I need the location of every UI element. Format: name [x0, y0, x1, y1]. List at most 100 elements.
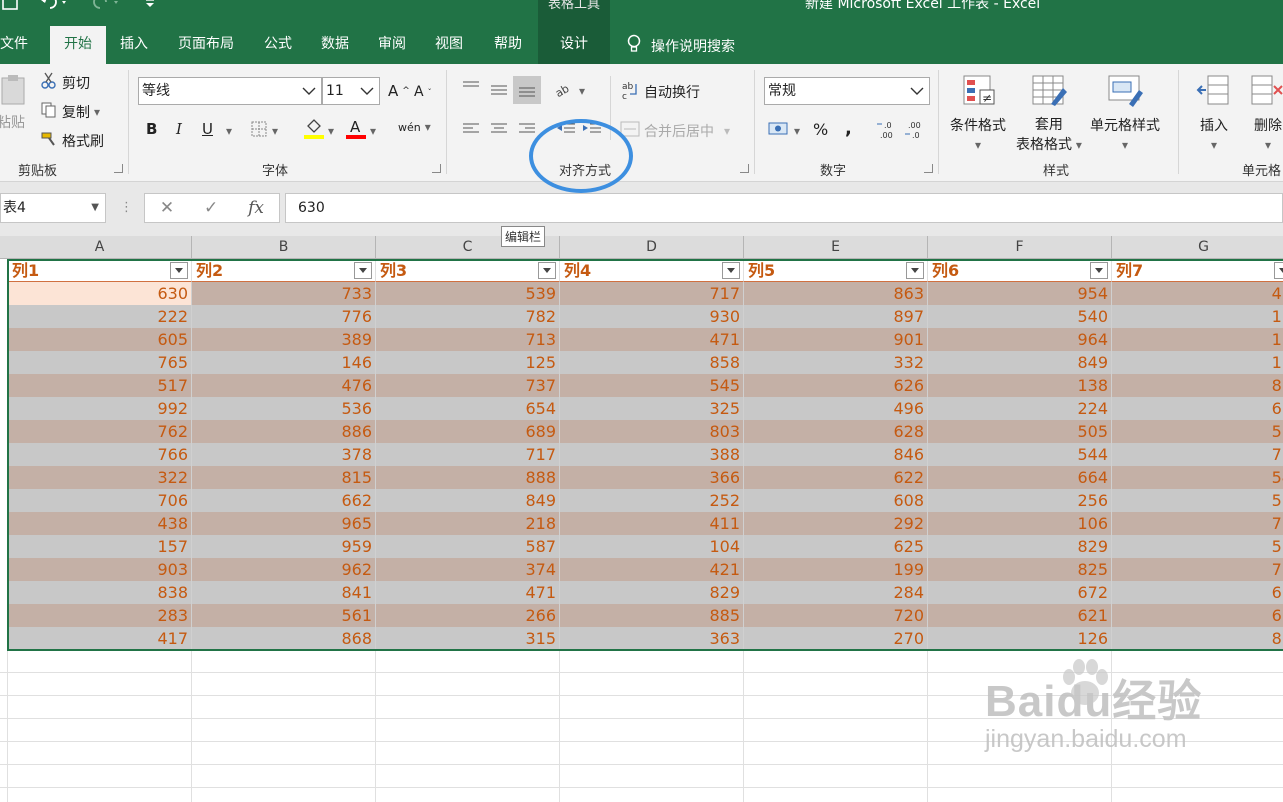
table-cell[interactable]: 664 — [928, 466, 1112, 489]
filter-dropdown-icon[interactable] — [722, 262, 740, 279]
undo-icon[interactable] — [40, 0, 70, 14]
table-cell[interactable]: 717 — [560, 282, 744, 305]
table-cell[interactable]: 388 — [560, 443, 744, 466]
tab-review[interactable]: 审阅 — [364, 26, 420, 64]
table-cell[interactable]: 733 — [192, 282, 376, 305]
filter-dropdown-icon[interactable] — [1274, 262, 1283, 279]
table-cell[interactable]: 417 — [8, 627, 192, 650]
table-cell[interactable]: 540 — [928, 305, 1112, 328]
decrease-decimal-icon[interactable]: .00.0 — [904, 120, 926, 140]
table-cell[interactable]: 766 — [8, 443, 192, 466]
table-cell[interactable]: 218 — [376, 512, 560, 535]
table-cell[interactable]: 332 — [744, 351, 928, 374]
table-cell[interactable]: 858 — [560, 351, 744, 374]
table-cell[interactable]: 897 — [744, 305, 928, 328]
table-cell[interactable]: 505 — [928, 420, 1112, 443]
table-cell[interactable]: 366 — [560, 466, 744, 489]
phonetic-button[interactable]: wén ▾ — [398, 120, 431, 134]
accounting-format-button[interactable]: ▾ — [768, 120, 800, 142]
column-header-b[interactable]: B — [192, 236, 376, 259]
format-table-dropdown-icon[interactable]: ▾ — [1072, 138, 1082, 152]
italic-button[interactable]: I — [176, 120, 182, 138]
table-cell[interactable]: 841 — [192, 581, 376, 604]
table-cell[interactable]: 72 — [1112, 443, 1283, 466]
table-cell[interactable]: 630 — [8, 282, 192, 305]
insert-function-icon[interactable]: fx — [248, 198, 264, 218]
table-cell[interactable]: 782 — [376, 305, 560, 328]
filter-dropdown-icon[interactable] — [906, 262, 924, 279]
delete-dropdown-icon[interactable]: ▾ — [1265, 138, 1271, 152]
table-cell[interactable]: 720 — [744, 604, 928, 627]
table-cell[interactable]: 825 — [928, 558, 1112, 581]
table-cell[interactable]: 622 — [744, 466, 928, 489]
table-header-cell[interactable]: 列2 — [192, 259, 376, 282]
tab-view[interactable]: 视图 — [420, 26, 478, 64]
filter-dropdown-icon[interactable] — [354, 262, 372, 279]
merge-center-button[interactable]: 合并后居中 ▾ — [620, 120, 730, 142]
table-cell[interactable]: 284 — [744, 581, 928, 604]
column-header-a[interactable]: A — [8, 236, 192, 259]
table-header-cell[interactable]: 列1 — [8, 259, 192, 282]
fill-color-dropdown-icon[interactable]: ▾ — [328, 124, 334, 138]
table-cell[interactable]: 776 — [192, 305, 376, 328]
table-cell[interactable]: 471 — [560, 328, 744, 351]
table-cell[interactable]: 561 — [192, 604, 376, 627]
table-cell[interactable]: 126 — [928, 627, 1112, 650]
font-color-dropdown-icon[interactable]: ▾ — [370, 124, 376, 138]
table-cell[interactable]: 849 — [928, 351, 1112, 374]
table-cell[interactable]: 849 — [376, 489, 560, 512]
align-left-icon[interactable] — [462, 122, 480, 136]
table-cell[interactable]: 626 — [744, 374, 928, 397]
phonetic-dropdown-icon[interactable]: ▾ — [425, 120, 431, 134]
name-box[interactable]: 表4 ▼ — [0, 193, 106, 223]
table-cell[interactable]: 421 — [560, 558, 744, 581]
table-cell[interactable]: 737 — [376, 374, 560, 397]
underline-button[interactable]: U — [202, 120, 213, 138]
table-cell[interactable]: 868 — [192, 627, 376, 650]
table-cell[interactable]: 374 — [376, 558, 560, 581]
table-cell[interactable]: 846 — [744, 443, 928, 466]
filter-dropdown-icon[interactable] — [170, 262, 188, 279]
table-cell[interactable]: 224 — [928, 397, 1112, 420]
table-cell[interactable]: 863 — [744, 282, 928, 305]
table-cell[interactable]: 706 — [8, 489, 192, 512]
table-cell[interactable]: 76 — [1112, 512, 1283, 535]
column-header-d[interactable]: D — [560, 236, 744, 259]
table-header-cell[interactable]: 列4 — [560, 259, 744, 282]
accounting-dropdown-icon[interactable]: ▾ — [794, 124, 800, 138]
enter-icon[interactable]: ✓ — [204, 198, 218, 218]
format-as-table-button[interactable]: 套用 表格格式 ▾ — [1016, 74, 1082, 154]
font-size-combo[interactable]: 11 — [322, 77, 380, 105]
table-cell[interactable]: 17 — [1112, 328, 1283, 351]
tab-help[interactable]: 帮助 — [478, 26, 538, 64]
tab-page-layout[interactable]: 页面布局 — [162, 26, 250, 64]
insert-cells-button[interactable]: 插入 ▾ — [1196, 74, 1232, 152]
table-cell[interactable]: 672 — [928, 581, 1112, 604]
table-cell[interactable]: 930 — [560, 305, 744, 328]
table-cell[interactable]: 536 — [192, 397, 376, 420]
table-cell[interactable]: 608 — [744, 489, 928, 512]
table-cell[interactable]: 962 — [192, 558, 376, 581]
alignment-launcher-icon[interactable] — [740, 164, 749, 173]
table-cell[interactable]: 138 — [928, 374, 1112, 397]
table-cell[interactable]: 662 — [192, 489, 376, 512]
table-cell[interactable]: 885 — [560, 604, 744, 627]
tab-design[interactable]: 设计 — [538, 26, 610, 64]
underline-dropdown-icon[interactable]: ▾ — [226, 124, 232, 138]
table-header-cell[interactable]: 列5 — [744, 259, 928, 282]
table-cell[interactable]: 689 — [376, 420, 560, 443]
paste-button[interactable]: 粘贴 — [0, 74, 30, 132]
table-header-cell[interactable]: 列7 — [1112, 259, 1283, 282]
table-cell[interactable]: 292 — [744, 512, 928, 535]
table-cell[interactable]: 888 — [376, 466, 560, 489]
cut-button[interactable]: 剪切 — [40, 72, 90, 94]
table-cell[interactable]: 625 — [744, 535, 928, 558]
cancel-icon[interactable]: ✕ — [160, 198, 174, 218]
copy-button[interactable]: 复制 ▾ — [40, 101, 100, 123]
increase-font-icon[interactable]: A ^ — [388, 82, 410, 100]
table-cell[interactable]: 496 — [744, 397, 928, 420]
table-cell[interactable]: 54 — [1112, 466, 1283, 489]
orientation-dropdown-icon[interactable]: ▾ — [579, 84, 585, 98]
font-name-combo[interactable]: 等线 — [138, 77, 322, 105]
table-cell[interactable]: 15 — [1112, 305, 1283, 328]
